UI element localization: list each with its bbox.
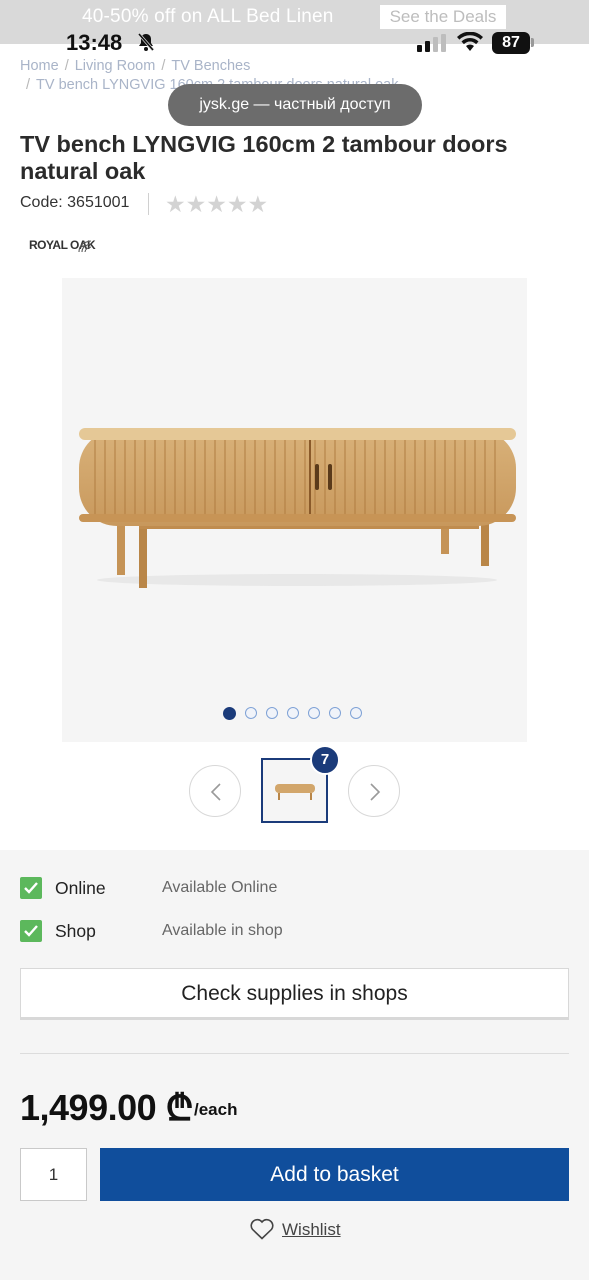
price: 1,499.00 ₾: [20, 1082, 193, 1131]
check-supplies-button[interactable]: Check supplies in shops: [20, 968, 569, 1020]
carousel-dots: [223, 707, 362, 720]
carousel-dot[interactable]: [350, 707, 362, 719]
image-count-badge: 7: [310, 745, 340, 775]
promo-text: 40-50% off on ALL Bed Linen: [82, 6, 334, 27]
carousel-dot[interactable]: [287, 707, 299, 719]
availability-shop-label: Shop: [55, 921, 96, 941]
availability-online-status: Available Online: [162, 879, 278, 896]
add-to-basket-button[interactable]: Add to basket: [100, 1148, 569, 1201]
star-icon: ★: [247, 191, 269, 217]
carousel-dot[interactable]: [223, 707, 236, 720]
private-access-pill: jysk.ge — частный доступ: [168, 84, 422, 126]
bell-muted-icon: [136, 32, 156, 57]
divider: [20, 1053, 569, 1054]
availability-shop-status: Available in shop: [162, 922, 283, 939]
carousel-dot[interactable]: [266, 707, 278, 719]
next-image-button[interactable]: [348, 765, 400, 817]
wishlist-link[interactable]: Wishlist: [282, 1220, 341, 1240]
status-time: 13:48: [66, 30, 123, 55]
star-icon: ★: [185, 191, 207, 217]
breadcrumb-tv-benches[interactable]: TV Benches: [171, 58, 250, 74]
star-icon: ★: [165, 191, 186, 217]
product-code: Code: 3651001: [20, 194, 130, 211]
quantity-input[interactable]: 1: [20, 1148, 87, 1201]
breadcrumb-living-room[interactable]: Living Room: [75, 58, 156, 74]
see-deals-link[interactable]: See the Deals: [380, 5, 506, 29]
battery-indicator: 87: [492, 32, 530, 54]
signal-icon: [417, 34, 447, 57]
brand-swirl-icon: [76, 237, 94, 260]
heart-icon[interactable]: [249, 1217, 275, 1246]
battery-cap: [531, 38, 534, 47]
code-divider: [148, 193, 149, 215]
carousel-dot[interactable]: [329, 707, 341, 719]
star-icon: ★: [206, 191, 227, 217]
currency-symbol: ₾: [165, 1087, 194, 1128]
availability-online-label: Online: [55, 878, 106, 898]
wifi-icon: [456, 31, 484, 57]
star-icon: ★: [226, 191, 248, 217]
breadcrumb-home[interactable]: Home: [20, 58, 59, 74]
product-title: TV bench LYNGVIG 160cm 2 tambour doors n…: [20, 131, 508, 184]
purchase-panel: [0, 850, 589, 1280]
price-unit: /each: [194, 1100, 238, 1119]
previous-image-button[interactable]: [189, 765, 241, 817]
chevron-right-icon: [370, 783, 381, 801]
checkbox-checked-icon: [20, 920, 42, 942]
tv-bench-image: [75, 410, 520, 595]
carousel-dot[interactable]: [245, 707, 257, 719]
breadcrumb: Home / Living Room / TV Benches: [20, 58, 251, 74]
checkbox-checked-icon: [20, 877, 42, 899]
rating-stars[interactable]: ★★★★★: [165, 191, 268, 218]
carousel-dot[interactable]: [308, 707, 320, 719]
price-amount: 1,499.00: [20, 1087, 157, 1128]
chevron-left-icon: [210, 783, 221, 801]
